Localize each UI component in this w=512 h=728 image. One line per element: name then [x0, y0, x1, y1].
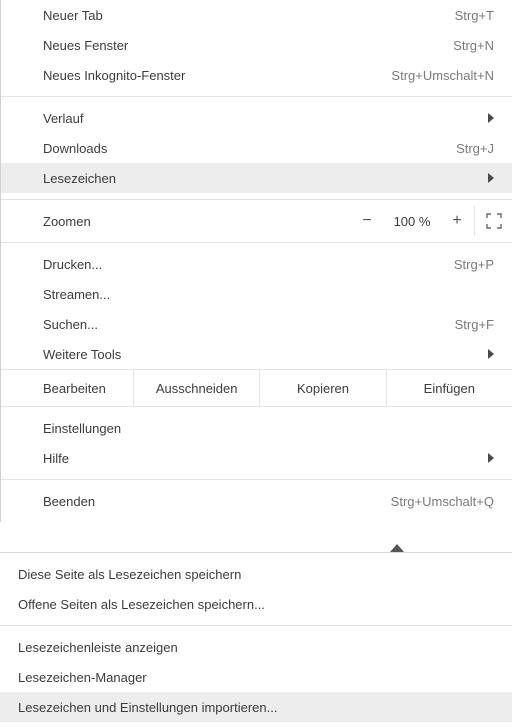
button-label: Kopieren	[297, 381, 349, 396]
menu-label: Lesezeichen	[43, 171, 478, 186]
bookmarks-submenu: Diese Seite als Lesezeichen speichern Of…	[0, 552, 512, 728]
menu-label: Lesezeichen und Einstellungen importiere…	[18, 700, 277, 715]
menu-label: Einstellungen	[43, 421, 494, 436]
shortcut: Strg+P	[454, 257, 494, 272]
menu-separator	[1, 479, 512, 480]
menu-label: Beenden	[43, 494, 381, 509]
chevron-right-icon	[488, 349, 494, 359]
menu-label: Neues Fenster	[43, 38, 443, 53]
chevron-right-icon	[488, 173, 494, 183]
copy-button[interactable]: Kopieren	[259, 370, 385, 406]
shortcut: Strg+N	[453, 38, 494, 53]
submenu-item-bookmark-manager[interactable]: Lesezeichen-Manager	[0, 662, 512, 692]
menu-item-history[interactable]: Verlauf	[1, 103, 512, 133]
menu-item-print[interactable]: Drucken... Strg+P	[1, 249, 512, 279]
fullscreen-icon	[486, 213, 502, 229]
menu-item-exit[interactable]: Beenden Strg+Umschalt+Q	[1, 486, 512, 516]
menu-item-settings[interactable]: Einstellungen	[1, 413, 512, 443]
menu-label: Weitere Tools	[43, 347, 478, 362]
chevron-right-icon	[488, 453, 494, 463]
menu-item-zoom: Zoomen − 100 % +	[1, 206, 512, 236]
menu-item-find[interactable]: Suchen... Strg+F	[1, 309, 512, 339]
caret-up-icon	[390, 544, 404, 552]
zoom-out-button[interactable]: −	[350, 213, 384, 229]
button-label: Ausschneiden	[156, 381, 238, 396]
menu-label: Offene Seiten als Lesezeichen speichern.…	[18, 597, 265, 612]
submenu-item-show-bookmarks-bar[interactable]: Lesezeichenleiste anzeigen	[0, 632, 512, 662]
menu-label: Streamen...	[43, 287, 494, 302]
fullscreen-button[interactable]	[474, 206, 512, 236]
chevron-right-icon	[488, 113, 494, 123]
menu-item-edit: Bearbeiten Ausschneiden Kopieren Einfüge…	[1, 369, 512, 407]
menu-label: Downloads	[43, 141, 446, 156]
zoom-in-button[interactable]: +	[440, 213, 474, 229]
submenu-item-bookmark-open-pages[interactable]: Offene Seiten als Lesezeichen speichern.…	[0, 589, 512, 619]
shortcut: Strg+F	[455, 317, 494, 332]
menu-item-help[interactable]: Hilfe	[1, 443, 512, 473]
shortcut: Strg+Umschalt+N	[391, 68, 494, 83]
menu-label: Zoomen	[43, 214, 350, 229]
menu-label: Verlauf	[43, 111, 478, 126]
menu-label: Suchen...	[43, 317, 445, 332]
menu-label: Hilfe	[43, 451, 478, 466]
menu-separator	[0, 625, 512, 626]
menu-separator	[1, 96, 512, 97]
menu-item-bookmarks[interactable]: Lesezeichen	[1, 163, 512, 193]
menu-item-new-tab[interactable]: Neuer Tab Strg+T	[1, 0, 512, 30]
menu-label: Drucken...	[43, 257, 444, 272]
shortcut: Strg+J	[456, 141, 494, 156]
menu-label: Neues Inkognito-Fenster	[43, 68, 381, 83]
shortcut: Strg+T	[455, 8, 494, 23]
menu-item-cast[interactable]: Streamen...	[1, 279, 512, 309]
menu-label: Lesezeichenleiste anzeigen	[18, 640, 178, 655]
menu-item-new-window[interactable]: Neues Fenster Strg+N	[1, 30, 512, 60]
gap	[0, 522, 512, 552]
submenu-item-import-bookmarks[interactable]: Lesezeichen und Einstellungen importiere…	[0, 692, 512, 722]
menu-label: Lesezeichen-Manager	[18, 670, 147, 685]
menu-item-downloads[interactable]: Downloads Strg+J	[1, 133, 512, 163]
cut-button[interactable]: Ausschneiden	[133, 370, 259, 406]
menu-separator	[1, 242, 512, 243]
menu-separator	[1, 199, 512, 200]
zoom-value: 100 %	[384, 214, 440, 229]
menu-label: Neuer Tab	[43, 8, 445, 23]
menu-item-new-incognito[interactable]: Neues Inkognito-Fenster Strg+Umschalt+N	[1, 60, 512, 90]
menu-item-more-tools[interactable]: Weitere Tools	[1, 339, 512, 369]
browser-main-menu: Neuer Tab Strg+T Neues Fenster Strg+N Ne…	[0, 0, 512, 522]
submenu-item-bookmark-page[interactable]: Diese Seite als Lesezeichen speichern	[0, 559, 512, 589]
shortcut: Strg+Umschalt+Q	[391, 494, 494, 509]
menu-label: Diese Seite als Lesezeichen speichern	[18, 567, 241, 582]
zoom-controls: − 100 % +	[350, 206, 512, 236]
button-label: Einfügen	[424, 381, 475, 396]
paste-button[interactable]: Einfügen	[386, 370, 512, 406]
menu-label: Bearbeiten	[43, 381, 106, 396]
